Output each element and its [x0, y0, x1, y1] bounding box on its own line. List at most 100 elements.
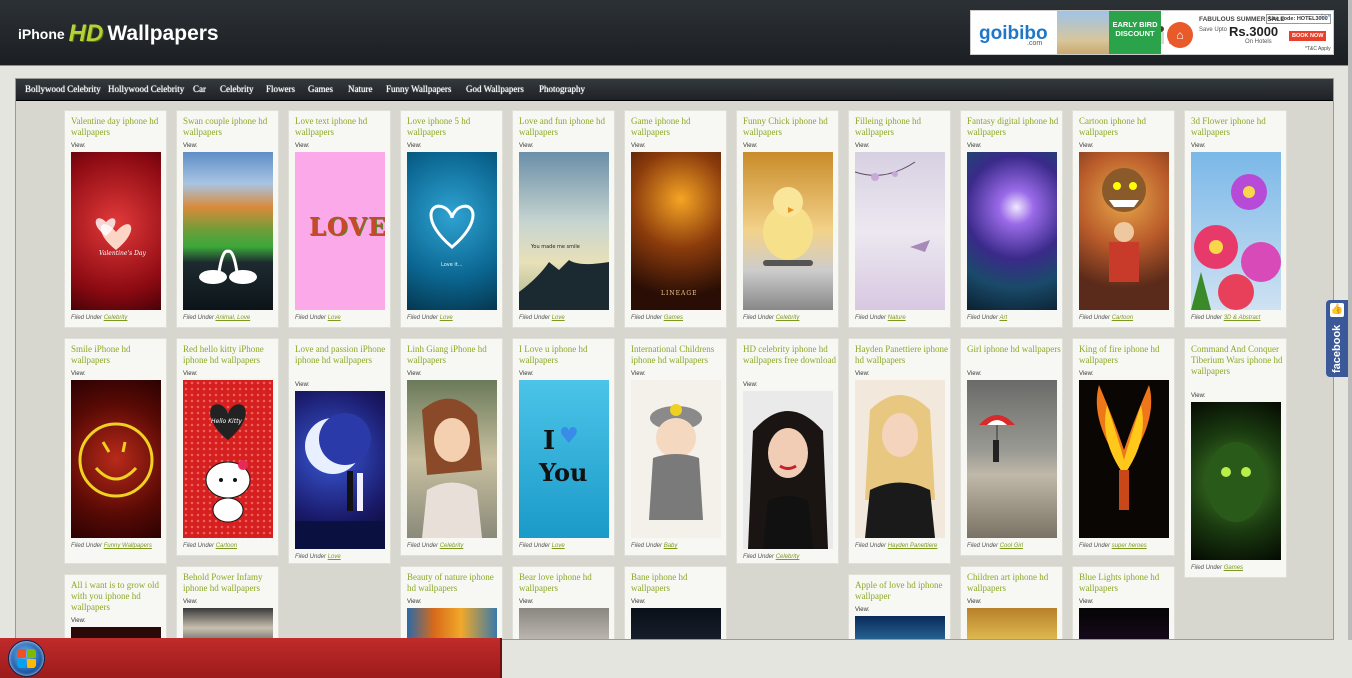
category-link[interactable]: Love: [328, 554, 341, 560]
nav-celebrity[interactable]: Celebrity: [220, 84, 254, 94]
site-logo[interactable]: iPhone HD Wallpapers: [18, 20, 219, 48]
card-title[interactable]: Filleing iphone hd wallpapers: [855, 116, 949, 138]
card-title[interactable]: Love and fun iphone hd wallpapers: [519, 116, 613, 138]
adchoices-icon[interactable]: ▷×: [1322, 12, 1331, 20]
card-title[interactable]: Love iphone 5 hd wallpapers: [407, 116, 501, 138]
wallpaper-thumb[interactable]: You made me smile: [519, 152, 609, 310]
category-link[interactable]: Games: [1224, 565, 1243, 571]
wallpaper-thumb[interactable]: [855, 616, 945, 639]
nav-games[interactable]: Games: [308, 84, 333, 94]
category-link[interactable]: Celebrity: [776, 315, 800, 321]
wallpaper-thumb[interactable]: [519, 608, 609, 639]
category-link[interactable]: Love: [552, 543, 565, 549]
category-link[interactable]: Baby: [664, 543, 678, 549]
wallpaper-card[interactable]: Hayden Panettiere iphone hd wallpapers V…: [848, 338, 951, 564]
wallpaper-thumb[interactable]: [743, 152, 833, 310]
card-title[interactable]: Cartoon iphone hd wallpapers: [1079, 116, 1173, 138]
category-link[interactable]: Games: [664, 315, 683, 321]
wallpaper-thumb[interactable]: [407, 608, 497, 639]
wallpaper-thumb[interactable]: [967, 152, 1057, 310]
wallpaper-card[interactable]: Apple of love hd iphone wallpaper View:: [848, 574, 951, 639]
wallpaper-thumb[interactable]: [407, 380, 497, 538]
card-title[interactable]: International Childrens iphone hd wallpa…: [631, 344, 725, 366]
wallpaper-thumb[interactable]: [183, 608, 273, 639]
wallpaper-card[interactable]: Girl iphone hd wallpapers View: Filed Un…: [960, 338, 1063, 556]
wallpaper-card[interactable]: Funny Chick iphone hd wallpapers View: F…: [736, 110, 839, 328]
wallpaper-card[interactable]: Love text iphone hd wallpapers View: LOV…: [288, 110, 391, 328]
wallpaper-card[interactable]: Command And Conquer Tiberium Wars iphone…: [1184, 338, 1287, 578]
wallpaper-card[interactable]: Linh Giang iPhone hd wallpapers View: Fi…: [400, 338, 503, 556]
wallpaper-card[interactable]: Love and fun iphone hd wallpapers View: …: [512, 110, 615, 328]
category-link[interactable]: Love: [440, 315, 453, 321]
card-title[interactable]: Children art iphone hd wallpapers: [967, 572, 1061, 594]
card-title[interactable]: Bane iphone hd wallpapers: [631, 572, 725, 594]
category-link[interactable]: super heroes: [1112, 543, 1147, 549]
wallpaper-card[interactable]: Blue Lights iphone hd wallpapers View:: [1072, 566, 1175, 639]
card-title[interactable]: Hayden Panettiere iphone hd wallpapers: [855, 344, 949, 366]
category-link[interactable]: Hayden Panettiere: [888, 543, 938, 549]
wallpaper-card[interactable]: Cartoon iphone hd wallpapers View: Filed…: [1072, 110, 1175, 328]
category-link[interactable]: Love: [328, 315, 341, 321]
card-title[interactable]: Command And Conquer Tiberium Wars iphone…: [1191, 344, 1285, 377]
wallpaper-thumb[interactable]: [1191, 402, 1281, 560]
nav-god-wallpapers[interactable]: God Wallpapers: [466, 84, 524, 94]
wallpaper-thumb[interactable]: [1191, 152, 1281, 310]
card-title[interactable]: Funny Chick iphone hd wallpapers: [743, 116, 837, 138]
card-title[interactable]: Beauty of nature iphone hd wallpapers: [407, 572, 501, 594]
category-link[interactable]: Nature: [888, 315, 906, 321]
card-title[interactable]: Love text iphone hd wallpapers: [295, 116, 389, 138]
category-link[interactable]: Cartoon: [216, 543, 237, 549]
category-link[interactable]: Funny Wallpapers: [104, 543, 152, 549]
wallpaper-card[interactable]: Love and passion iPhone iphone hd wallpa…: [288, 338, 391, 564]
wallpaper-card[interactable]: HD celebrity iphone hd wallpapers free d…: [736, 338, 839, 564]
wallpaper-thumb[interactable]: [743, 391, 833, 549]
card-title[interactable]: I Love u iphone hd wallpapers: [519, 344, 613, 366]
book-now-button[interactable]: BOOK NOW: [1289, 31, 1327, 41]
nav-photography[interactable]: Photography: [539, 84, 585, 94]
card-title[interactable]: Love and passion iPhone iphone hd wallpa…: [295, 344, 389, 366]
card-title[interactable]: Game iphone hd wallpapers: [631, 116, 725, 138]
wallpaper-thumb[interactable]: [1079, 608, 1169, 639]
card-title[interactable]: Linh Giang iPhone hd wallpapers: [407, 344, 501, 366]
card-title[interactable]: Blue Lights iphone hd wallpapers: [1079, 572, 1173, 594]
wallpaper-thumb[interactable]: [855, 380, 945, 538]
wallpaper-card[interactable]: Valentine day iphone hd wallpapers View:…: [64, 110, 167, 328]
nav-car[interactable]: Car: [193, 84, 206, 94]
wallpaper-card[interactable]: King of fire iphone hd wallpapers View: …: [1072, 338, 1175, 556]
wallpaper-card[interactable]: Smile iPhone hd wallpapers View: Filed U…: [64, 338, 167, 564]
card-title[interactable]: Behold Power Infamy iphone hd wallpapers: [183, 572, 277, 594]
wallpaper-thumb[interactable]: [1079, 152, 1169, 310]
card-title[interactable]: Swan couple iphone hd wallpapers: [183, 116, 277, 138]
nav-flowers[interactable]: Flowers: [266, 84, 295, 94]
banner-ad[interactable]: goibibo .com EARLY BIRD DISCOUNT ⌂ FABUL…: [970, 10, 1334, 55]
card-title[interactable]: Bear love iphone hd wallpapers: [519, 572, 613, 594]
nav-nature[interactable]: Nature: [348, 84, 373, 94]
wallpaper-thumb[interactable]: [967, 380, 1057, 538]
wallpaper-card[interactable]: Swan couple iphone hd wallpapers View: F…: [176, 110, 279, 328]
wallpaper-card[interactable]: Bane iphone hd wallpapers View:: [624, 566, 727, 639]
wallpaper-thumb[interactable]: [967, 608, 1057, 639]
wallpaper-thumb[interactable]: [631, 608, 721, 639]
wallpaper-thumb[interactable]: LOVE: [295, 152, 385, 310]
wallpaper-thumb[interactable]: [855, 152, 945, 310]
card-title[interactable]: Smile iPhone hd wallpapers: [71, 344, 165, 366]
wallpaper-card[interactable]: Fantasy digital iphone hd wallpapers Vie…: [960, 110, 1063, 328]
category-link[interactable]: Celebrity: [104, 315, 128, 321]
category-link[interactable]: Celebrity: [776, 554, 800, 560]
category-link[interactable]: 3D & Abstract: [1224, 315, 1261, 321]
nav-bollywood-celebrity[interactable]: Bollywood Celebrity: [25, 84, 101, 94]
wallpaper-card[interactable]: Game iphone hd wallpapers View: LINEAGE …: [624, 110, 727, 328]
wallpaper-thumb[interactable]: Hello Kitty: [183, 380, 273, 538]
card-title[interactable]: Apple of love hd iphone wallpaper: [855, 580, 949, 602]
wallpaper-card[interactable]: Love iphone 5 hd wallpapers View: Love i…: [400, 110, 503, 328]
wallpaper-thumb[interactable]: I ♥ You: [519, 380, 609, 538]
card-title[interactable]: 3d Flower iphone hd wallpapers: [1191, 116, 1285, 138]
wallpaper-card[interactable]: Children art iphone hd wallpapers View:: [960, 566, 1063, 639]
category-link[interactable]: Art: [999, 315, 1007, 321]
category-link[interactable]: Animal, Love: [215, 315, 250, 321]
category-link[interactable]: Cool Girl: [1000, 543, 1023, 549]
card-title[interactable]: HD celebrity iphone hd wallpapers free d…: [743, 344, 837, 366]
wallpaper-card[interactable]: 3d Flower iphone hd wallpapers View: Fil…: [1184, 110, 1287, 328]
category-link[interactable]: Love: [552, 315, 565, 321]
wallpaper-card[interactable]: International Childrens iphone hd wallpa…: [624, 338, 727, 556]
